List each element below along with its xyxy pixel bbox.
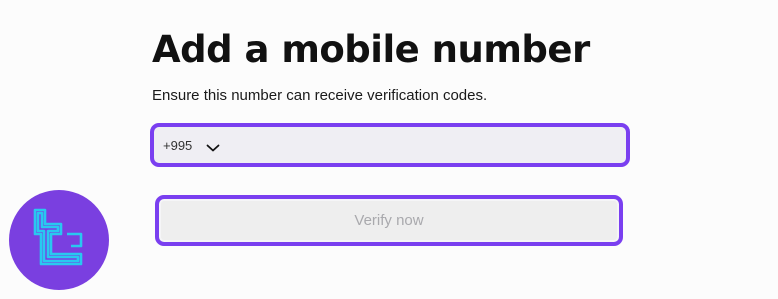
brand-logo xyxy=(9,190,109,290)
phone-number-input[interactable] xyxy=(220,126,626,164)
country-code-select[interactable]: +995 xyxy=(154,127,220,163)
verify-now-button[interactable]: Verify now xyxy=(155,195,623,246)
page-subtitle: Ensure this number can receive verificat… xyxy=(152,87,488,104)
country-code-value: +995 xyxy=(163,137,193,153)
chevron-down-icon xyxy=(206,140,220,152)
phone-number-field[interactable]: +995 xyxy=(150,123,630,167)
page-title: Add a mobile number xyxy=(152,28,590,71)
